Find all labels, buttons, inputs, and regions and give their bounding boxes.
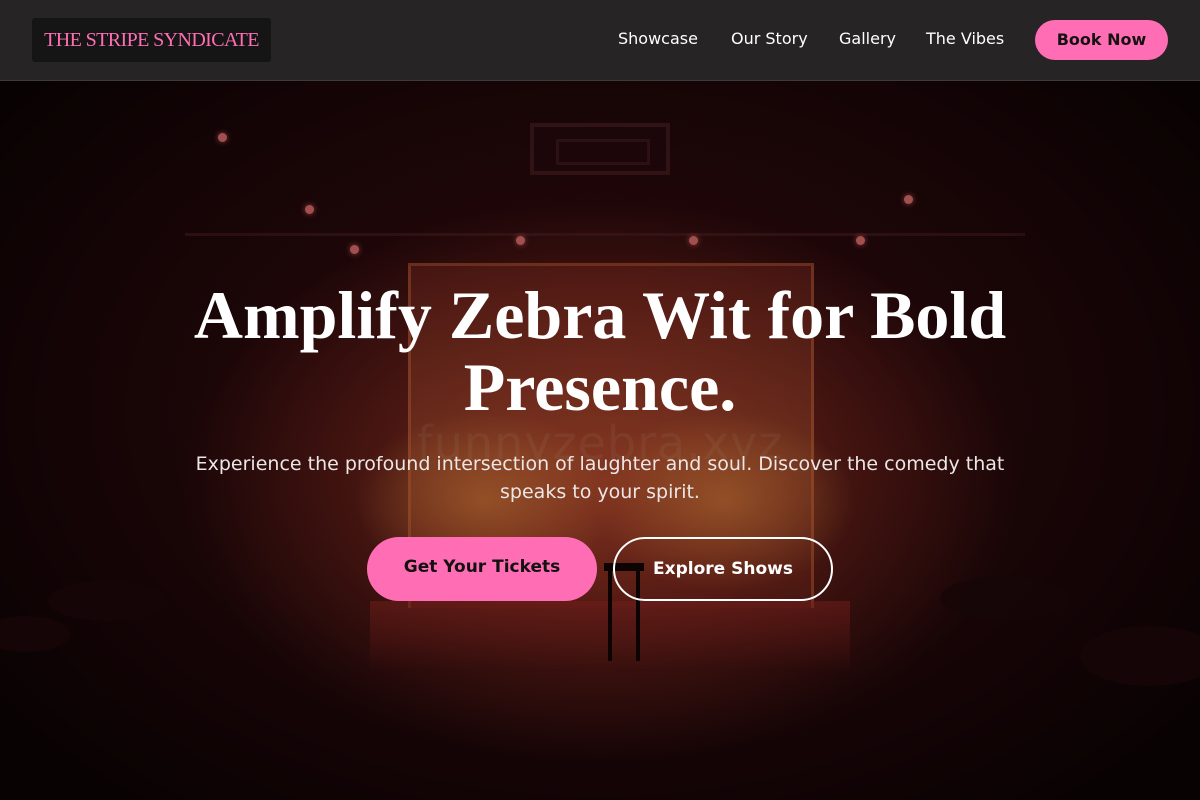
explore-shows-button[interactable]: Explore Shows: [613, 537, 833, 601]
get-tickets-button[interactable]: Get Your Tickets: [367, 537, 597, 601]
book-now-button[interactable]: Book Now: [1035, 20, 1168, 60]
nav-link-showcase[interactable]: Showcase: [618, 27, 698, 51]
nav-link-the-vibes[interactable]: The Vibes: [926, 27, 1004, 51]
nav-link-gallery[interactable]: Gallery: [839, 27, 896, 51]
top-navbar: THE STRIPE SYNDICATE Showcase Our Story …: [0, 0, 1200, 81]
hero-section: funnyzebra.xyz Amplify Zebra Wit for Bol…: [0, 81, 1200, 800]
hero-overlay: [0, 81, 1200, 800]
hero-headline: Amplify Zebra Wit for Bold Presence.: [193, 277, 1007, 425]
hero-subtext: Experience the profound intersection of …: [195, 453, 1005, 503]
nav-link-our-story[interactable]: Our Story: [731, 27, 808, 51]
brand-logo[interactable]: THE STRIPE SYNDICATE: [32, 18, 271, 62]
